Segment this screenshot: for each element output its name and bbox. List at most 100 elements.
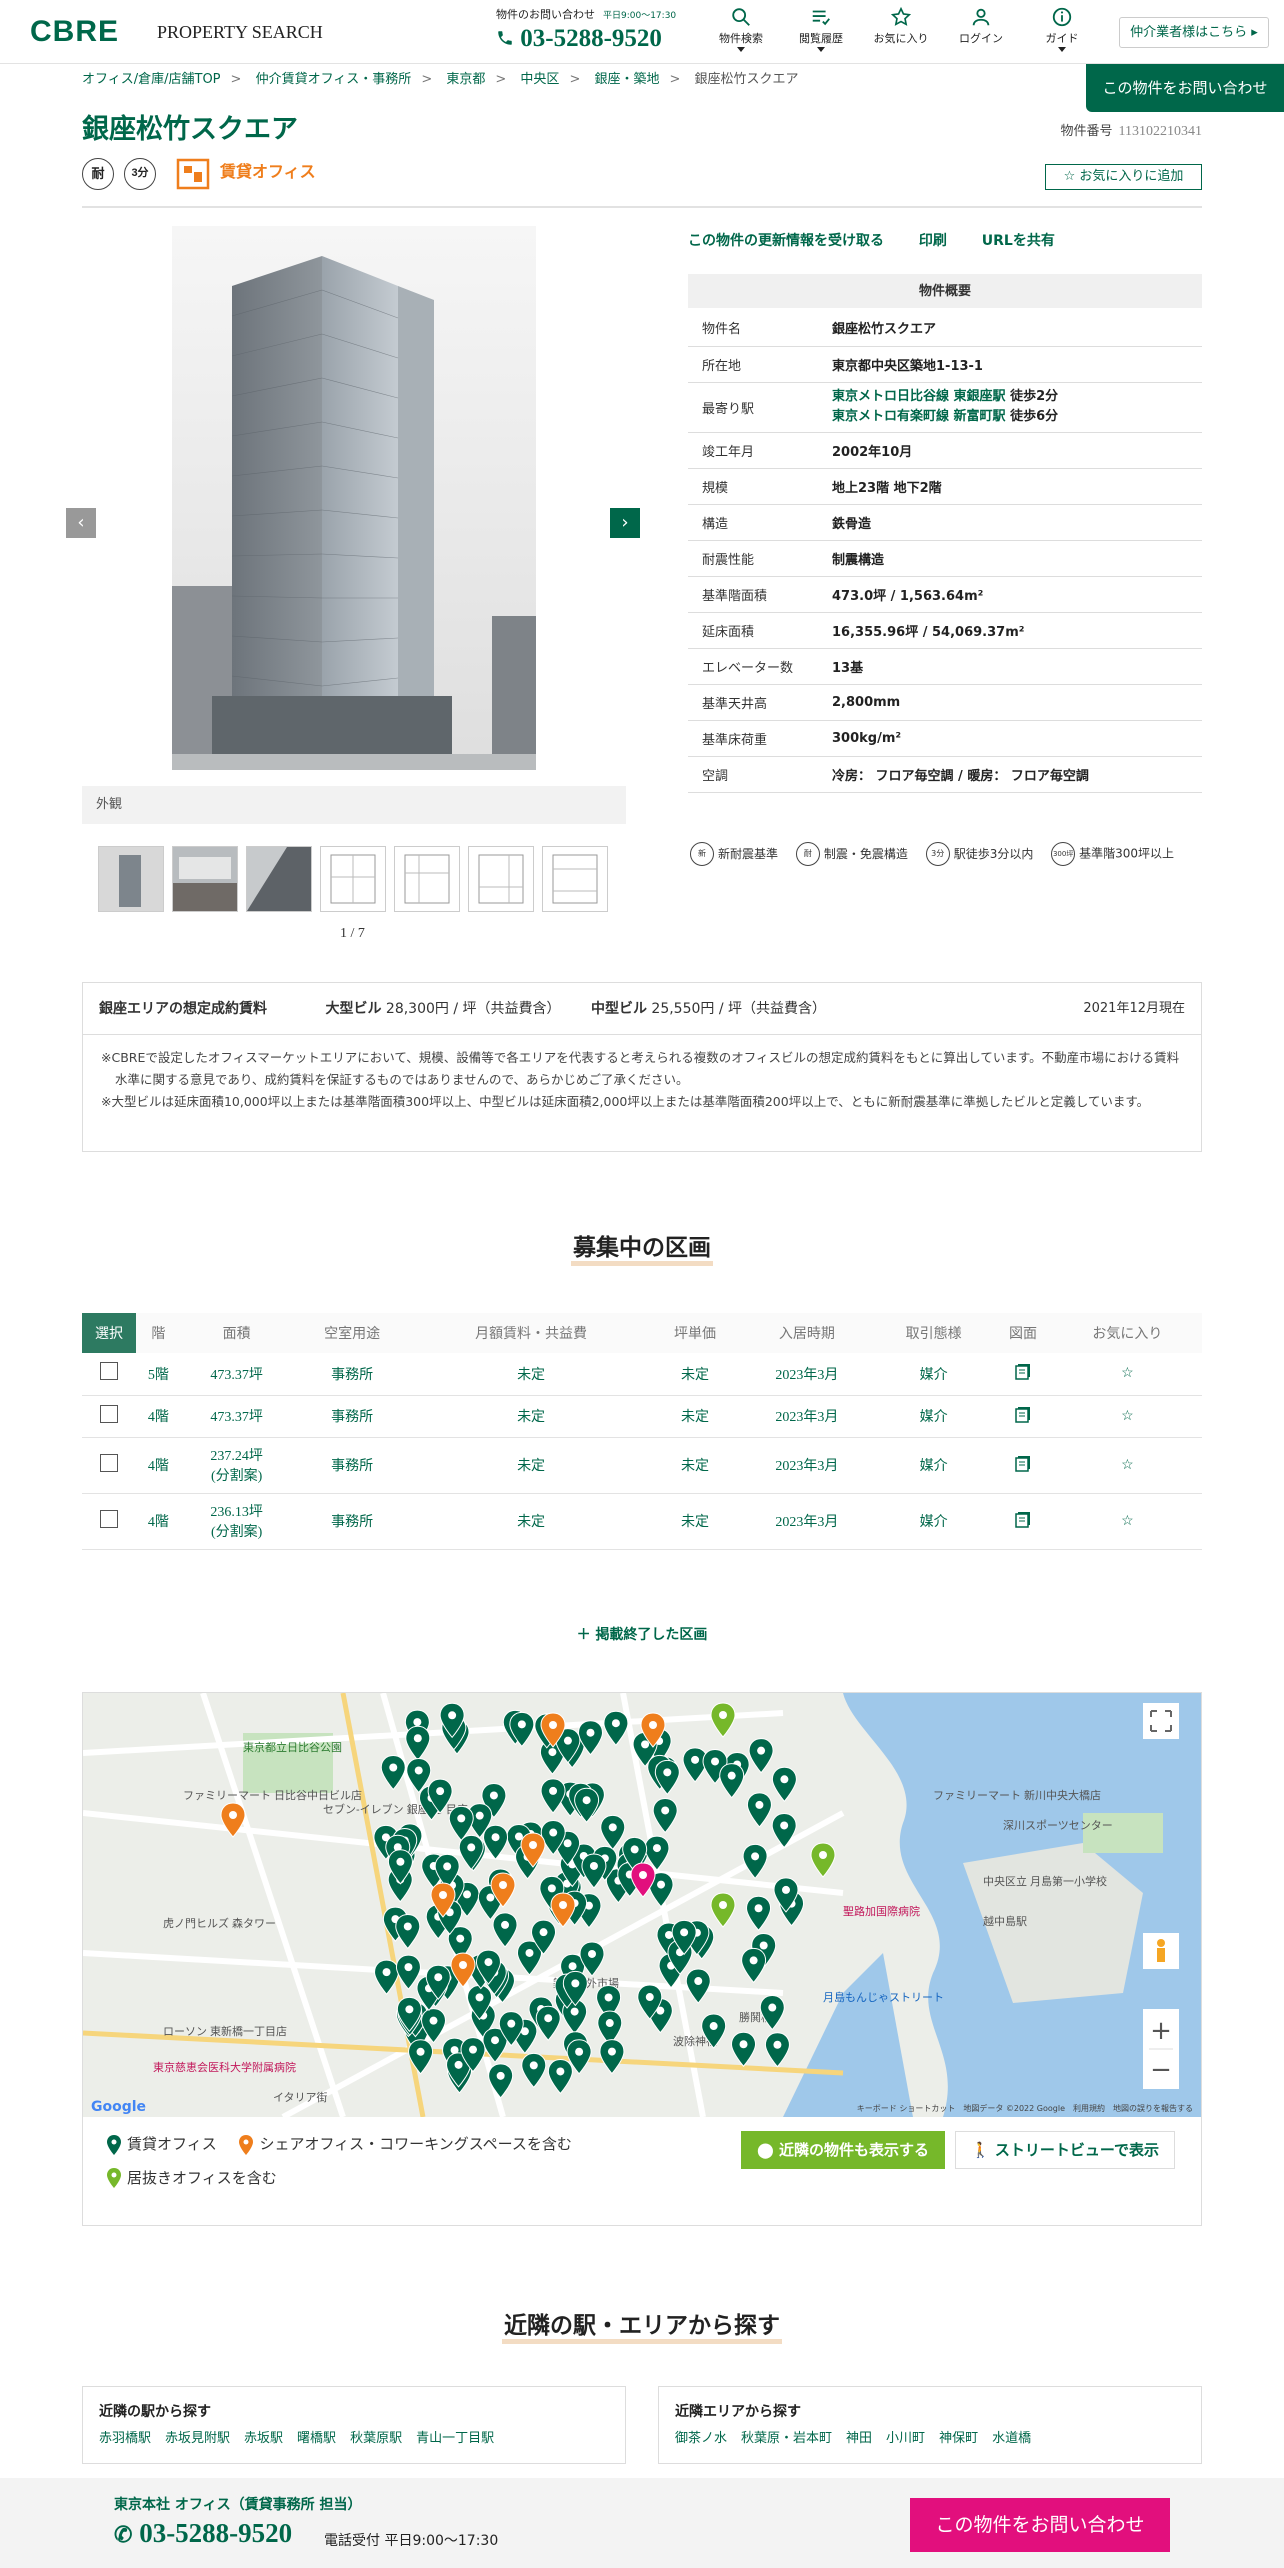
gallery-thumbnail[interactable]: [246, 846, 312, 912]
nav-favorites[interactable]: お気に入り: [870, 6, 932, 46]
breadcrumb-item[interactable]: 銀座・築地: [594, 72, 659, 87]
map-label: 越中島駅: [983, 1914, 1027, 1928]
street-view-button[interactable]: 🚶 ストリートビューで表示: [955, 2131, 1175, 2169]
show-nearby-button[interactable]: ⬤ 近隣の物件も表示する: [741, 2131, 945, 2169]
favorite-star-icon[interactable]: ☆: [1121, 1409, 1134, 1424]
contact-label: 物件のお問い合わせ 平日9:00～17:30: [496, 8, 677, 21]
map-legend: 賃貸オフィス シェアオフィス・コワーキングスペースを含む 居抜きオフィスを含む: [107, 2133, 572, 2200]
favorite-star-icon[interactable]: ☆: [1121, 1366, 1134, 1381]
unit-checkbox[interactable]: [100, 1404, 118, 1423]
table-row: 所在地 東京都中央区築地1-13-1: [688, 346, 1202, 383]
nearby-areas: 近隣エリアから探す 御茶ノ水 秋葉原・岩本町 神田 小川町 神保町 水道橋: [658, 2386, 1202, 2464]
subscribe-updates-link[interactable]: この物件の更新情報を受け取る: [688, 233, 884, 249]
units-table: 選択 階 面積 空室用途 月額賃料・共益費 坪単価 入居時期 取引態様 図面 お…: [82, 1313, 1202, 1550]
unit-checkbox[interactable]: [100, 1509, 118, 1528]
footer-phone[interactable]: ✆ 03-5288-9520: [114, 2518, 292, 2549]
unit-use: 事務所: [292, 1395, 412, 1438]
add-favorite-button[interactable]: ☆ お気に入りに追加: [1045, 164, 1202, 190]
mid-bldg-rent: 25,550円 / 坪（共益費含）: [651, 1001, 827, 1017]
station-link[interactable]: 赤羽橋駅: [99, 2431, 151, 2446]
spec-key: 耐震性能: [688, 540, 818, 577]
header-phone[interactable]: 03-5288-9520: [496, 24, 662, 54]
gallery-next-button[interactable]: ›: [610, 508, 640, 538]
floorplan-icon[interactable]: [1014, 1405, 1032, 1423]
print-link[interactable]: 印刷: [919, 233, 947, 249]
unit-move-in: 2023年3月: [739, 1437, 874, 1494]
rent-title: 銀座エリアの想定成約賃料: [99, 1001, 267, 1017]
map-label: 月島もんじゃストリート: [823, 1990, 944, 2004]
spec-value: 冷房： フロア毎空調 / 暖房： フロア毎空調: [818, 756, 1202, 793]
gallery-thumbnail[interactable]: [542, 846, 608, 912]
info-icon: [1052, 7, 1072, 27]
rent-note: ※CBREで設定したオフィスマーケットエリアにおいて、規模、設備等で各エリアを代…: [101, 1050, 1180, 1087]
spec-value: 鉄骨造: [818, 504, 1202, 541]
unit-floor: 4階: [136, 1493, 181, 1550]
station-link[interactable]: 秋葉原駅: [350, 2431, 402, 2446]
unit-checkbox[interactable]: [100, 1362, 118, 1381]
area-link[interactable]: 水道橋: [992, 2431, 1031, 2446]
ended-units-link[interactable]: ＋ 掲載終了した区画: [0, 1624, 1284, 1644]
cbre-logo[interactable]: CBRE: [30, 15, 119, 49]
seismic-isolation-icon: 耐: [795, 842, 820, 866]
google-map[interactable]: 東京都立日比谷公園 ファミリーマート 日比谷中日ビル店 セブン-イレブン 銀座7…: [83, 1693, 1201, 2117]
map-label: ファミリーマート 日比谷中日ビル店: [183, 1788, 362, 1802]
spec-key: 基準床荷重: [688, 720, 818, 757]
user-icon: [972, 8, 990, 26]
table-row: 竣工年月 2002年10月: [688, 432, 1202, 469]
photo-caption: 外観: [82, 786, 626, 824]
breadcrumb-item[interactable]: 中央区: [520, 72, 559, 87]
breadcrumb-item[interactable]: 東京都: [446, 72, 485, 87]
breadcrumb-item[interactable]: 仲介賃貸オフィス・事務所: [256, 72, 412, 87]
breadcrumb-item[interactable]: オフィス/倉庫/店舗TOP: [82, 72, 221, 87]
gallery-thumbnail[interactable]: [98, 846, 164, 912]
inquiry-button-top[interactable]: この物件をお問い合わせ: [1086, 64, 1284, 112]
col-header: 図面: [993, 1313, 1053, 1353]
nav-search[interactable]: 物件検索: [710, 6, 772, 52]
station-link[interactable]: 曙橋駅: [297, 2431, 336, 2446]
pedestrian-icon: 🚶: [970, 2141, 990, 2159]
gallery-thumbnail[interactable]: [320, 846, 386, 912]
unit-deal-type: 媒介: [873, 1395, 994, 1438]
nav-history[interactable]: 閲覧履歴: [790, 6, 852, 52]
office-pin-icon: [107, 2134, 121, 2155]
favorite-star-icon[interactable]: ☆: [1121, 1458, 1134, 1473]
walk-3min-badge: 3分: [124, 158, 156, 190]
station-link[interactable]: 東京メトロ日比谷線 東銀座駅: [832, 389, 1006, 404]
area-link[interactable]: 神保町: [939, 2431, 978, 2446]
floorplan-icon[interactable]: [1014, 1454, 1032, 1472]
favorite-star-icon[interactable]: ☆: [1121, 1514, 1134, 1529]
spec-value: 473.0坪 / 1,563.64m²: [818, 576, 1202, 613]
floorplan-icon[interactable]: [1014, 1362, 1032, 1380]
area-link[interactable]: 神田: [846, 2431, 872, 2446]
station-link[interactable]: 赤坂見附駅: [165, 2431, 230, 2446]
map-label: 深川スポーツセンター: [1003, 1819, 1113, 1832]
site-subtitle: PROPERTY SEARCH: [157, 22, 323, 42]
unit-floor: 4階: [136, 1395, 181, 1438]
nav-login[interactable]: ログイン: [950, 6, 1012, 46]
inquiry-button[interactable]: この物件をお問い合わせ: [910, 2498, 1170, 2552]
nav-guide[interactable]: ガイド: [1031, 6, 1093, 52]
gallery-thumbnail[interactable]: [172, 846, 238, 912]
station-link[interactable]: 東京メトロ有楽町線 新富町駅: [832, 409, 1006, 424]
rent-estimate-box: 銀座エリアの想定成約賃料 大型ビル 28,300円 / 坪（共益費含） 中型ビル…: [82, 982, 1202, 1152]
unit-use: 事務所: [292, 1437, 412, 1494]
gallery-prev-button[interactable]: ‹: [66, 508, 96, 538]
overview-table: 物件名 銀座松竹スクエア 所在地 東京都中央区築地1-13-1 最寄り駅 東京メトロ…: [688, 310, 1202, 793]
overview-title: 物件概要: [688, 274, 1202, 308]
agent-button[interactable]: 仲介業者様はこちら ▸: [1119, 17, 1269, 48]
share-url-link[interactable]: URLを共有: [982, 233, 1055, 249]
area-link[interactable]: 秋葉原・岩本町: [741, 2431, 832, 2446]
building-photo[interactable]: [172, 226, 536, 770]
unit-checkbox[interactable]: [100, 1453, 118, 1472]
area-link[interactable]: 御茶ノ水: [675, 2431, 727, 2446]
unit-rent: 未定: [411, 1493, 651, 1550]
spec-key: 空調: [688, 756, 818, 793]
area-link[interactable]: 小川町: [886, 2431, 925, 2446]
gallery-thumbnail[interactable]: [394, 846, 460, 912]
floorplan-icon[interactable]: [1014, 1510, 1032, 1528]
col-header: お気に入り: [1052, 1313, 1202, 1353]
station-link[interactable]: 赤坂駅: [244, 2431, 283, 2446]
gallery-thumbnail[interactable]: [468, 846, 534, 912]
station-link[interactable]: 青山一丁目駅: [416, 2431, 494, 2446]
unit-rent: 未定: [411, 1437, 651, 1494]
